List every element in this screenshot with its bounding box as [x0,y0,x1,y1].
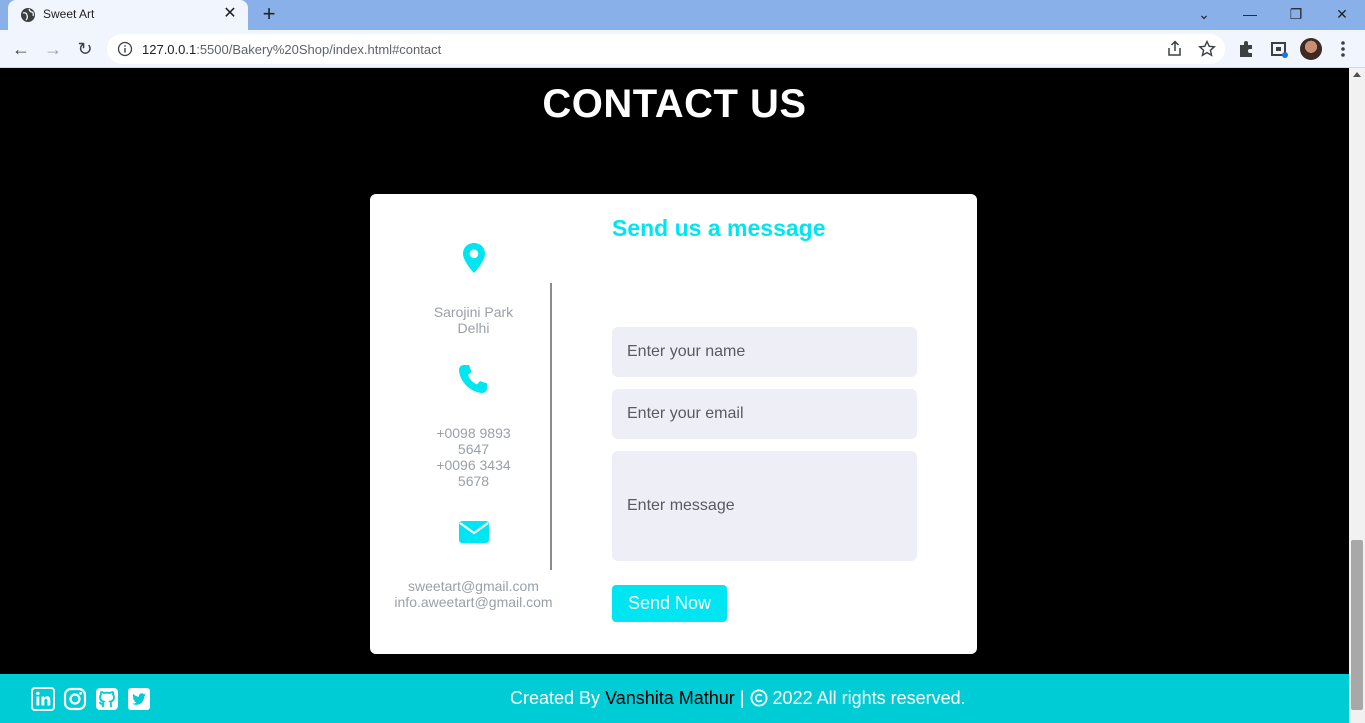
location-pin-icon [463,243,485,273]
name-input[interactable] [612,327,917,377]
reload-button[interactable]: ↻ [72,36,98,62]
send-now-button[interactable]: Send Now [612,585,727,622]
email-input[interactable] [612,389,917,439]
address-line-1: Sarojini Park [433,304,514,320]
contact-info-column: Sarojini Park Delhi +0098 9893 5647 +009… [370,194,577,654]
page-title: CONTACT US [542,82,807,126]
phone-line-2: 5647 [457,441,490,457]
reading-list-icon[interactable] [1268,38,1290,60]
tab-close-icon[interactable]: ✕ [220,4,240,24]
github-icon[interactable] [95,687,119,711]
linkedin-icon[interactable] [31,687,55,711]
phone-line-4: 5678 [457,473,490,489]
restore-button[interactable]: ❐ [1273,0,1319,30]
tab-title: Sweet Art [43,7,95,21]
phone-icon [459,365,487,393]
tab-search-button[interactable]: ⌄ [1181,0,1227,30]
contact-card: Sarojini Park Delhi +0098 9893 5647 +009… [370,194,977,654]
forward-button[interactable]: → [40,36,66,62]
site-info-icon[interactable] [117,41,133,57]
page-scrollbar[interactable] [1349,68,1365,723]
close-window-button[interactable]: ✕ [1319,0,1365,30]
author-name[interactable]: Vanshita Mathur [605,688,735,708]
footer-credits: Created By Vanshita Mathur | 2022 All ri… [510,688,966,708]
new-tab-button[interactable]: + [256,2,282,28]
vertical-divider [550,283,552,570]
browser-tab-strip: Sweet Art ✕ + ⌄ — ❐ ✕ [0,0,1365,30]
more-menu-icon[interactable] [1334,38,1352,60]
profile-avatar[interactable] [1300,38,1322,60]
phone-line-1: +0098 9893 [436,425,511,441]
form-title: Send us a message [612,215,826,241]
page-viewport: CONTACT US Sarojini Park Delhi +0098 989… [0,68,1349,723]
phone-line-3: +0096 3434 [436,457,511,473]
browser-toolbar: ← → ↻ 127.0.0.1:5500/Bakery%20Shop/index… [0,30,1365,68]
scroll-up-arrow-icon[interactable] [1353,72,1361,77]
bookmark-star-icon[interactable] [1197,39,1217,59]
envelope-icon [459,521,489,543]
url-text: 127.0.0.1:5500/Bakery%20Shop/index.html#… [142,42,442,57]
back-button[interactable]: ← [8,36,34,62]
page-footer: Created By Vanshita Mathur | 2022 All ri… [0,674,1349,723]
scrollbar-thumb[interactable] [1351,540,1363,710]
email-line-2: info.aweetart@gmail.com [394,594,553,610]
address-bar[interactable]: 127.0.0.1:5500/Bakery%20Shop/index.html#… [107,34,1225,64]
twitter-icon[interactable] [127,687,151,711]
email-line-1: sweetart@gmail.com [408,578,539,594]
copyright-icon [750,689,768,707]
instagram-icon[interactable] [63,687,87,711]
address-line-2: Delhi [457,320,490,336]
globe-icon [21,8,35,22]
extensions-puzzle-icon[interactable] [1236,38,1258,60]
minimize-button[interactable]: — [1227,0,1273,30]
share-icon[interactable] [1165,39,1185,59]
message-textarea[interactable] [612,451,917,561]
browser-tab[interactable]: Sweet Art ✕ [8,0,248,30]
